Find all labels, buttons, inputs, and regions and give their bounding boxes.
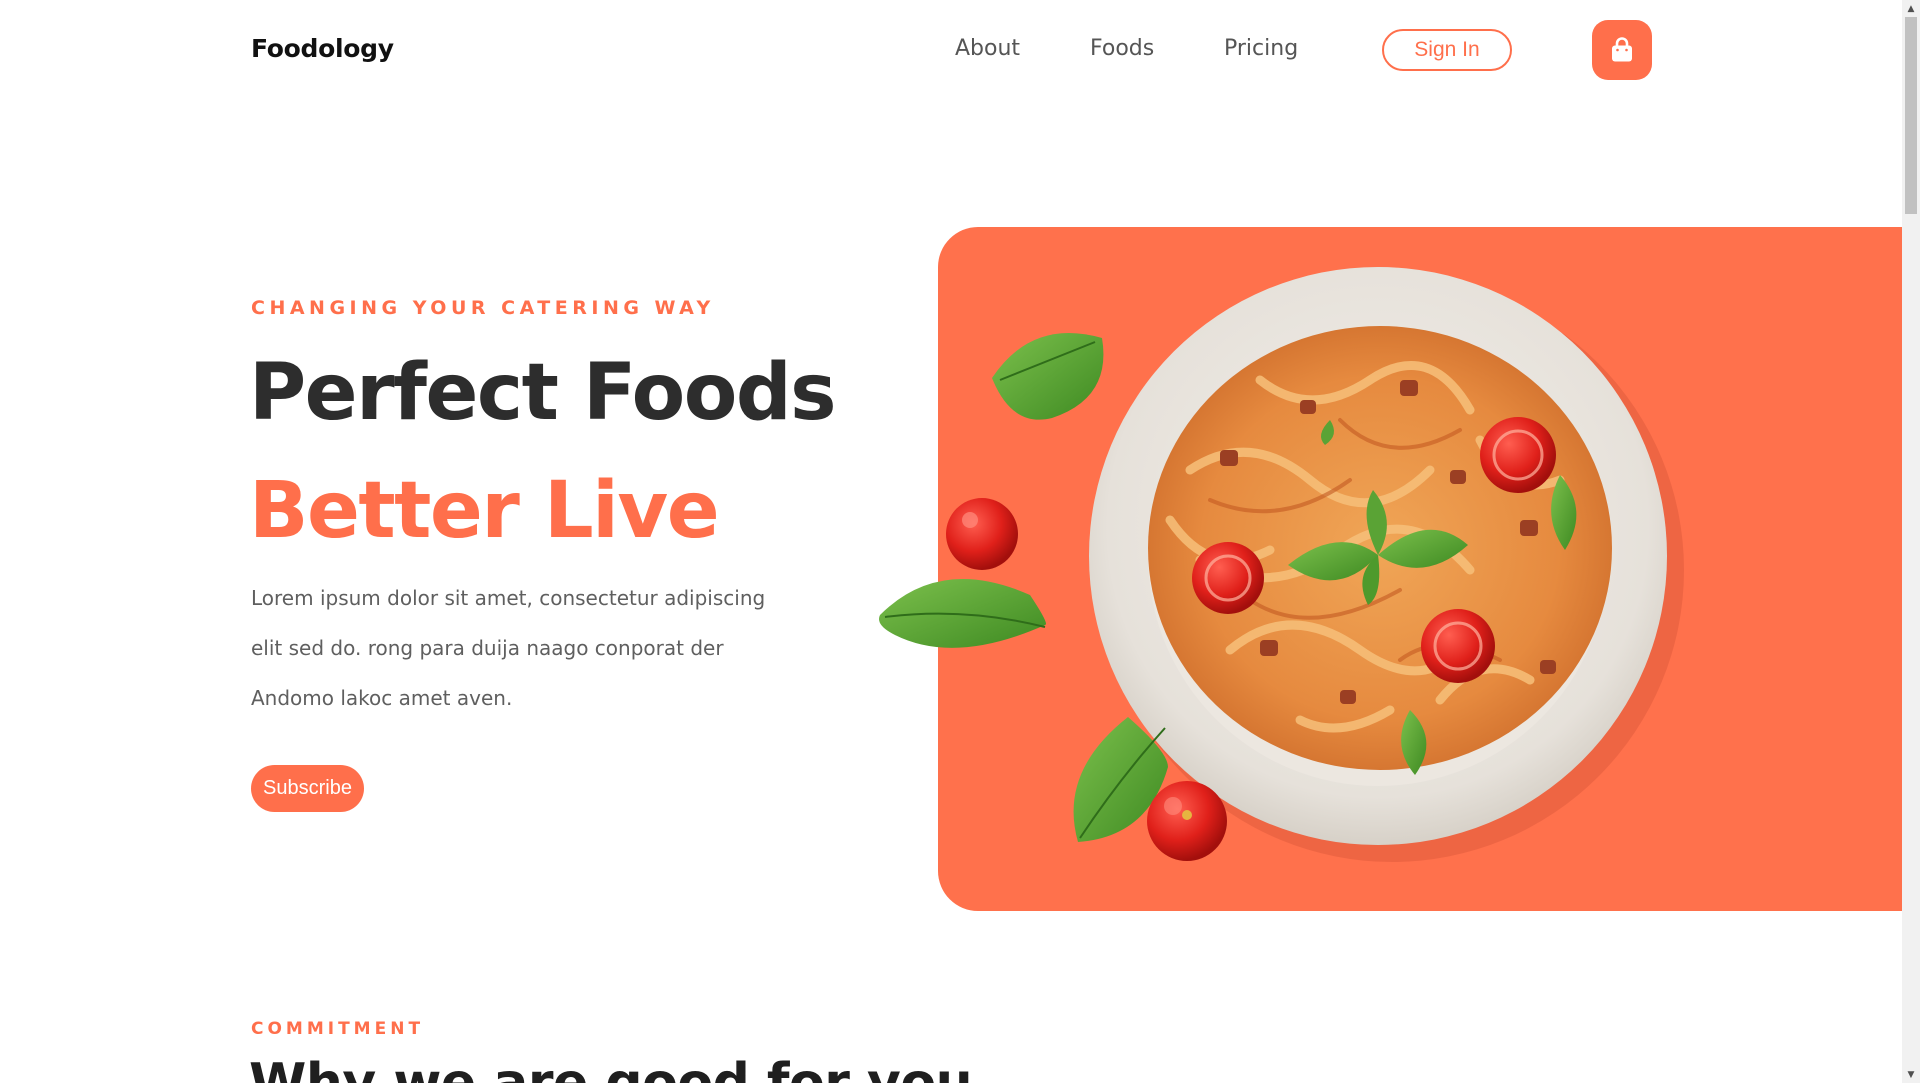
- hero-title-line-1: Perfect Foods: [249, 348, 837, 438]
- section-title: Why we are good for you: [249, 1053, 973, 1083]
- section-eyebrow: COMMITMENT: [251, 1019, 425, 1039]
- nav-link-about[interactable]: About: [955, 36, 1020, 61]
- hero-description-line: Andomo lakoc amet aven.: [251, 686, 513, 710]
- logo[interactable]: Foodology: [251, 34, 394, 63]
- hero-description-line: elit sed do. rong para duija naago conpo…: [251, 636, 724, 660]
- sign-in-button[interactable]: Sign In: [1382, 29, 1512, 71]
- hero-title-line-2: Better Live: [249, 466, 720, 556]
- hero-image-panel: [938, 227, 1902, 911]
- scroll-down-arrow-icon[interactable]: ▼: [1902, 1066, 1920, 1083]
- scroll-up-arrow-icon[interactable]: ▲: [1902, 0, 1920, 17]
- nav-link-foods[interactable]: Foods: [1090, 36, 1154, 61]
- cart-button[interactable]: [1592, 20, 1652, 80]
- scrollbar-thumb[interactable]: [1905, 17, 1917, 214]
- hero-description-line: Lorem ipsum dolor sit amet, consectetur …: [251, 586, 766, 610]
- page-scrollbar[interactable]: ▲ ▼: [1902, 0, 1920, 1083]
- subscribe-button[interactable]: Subscribe: [251, 765, 364, 812]
- nav-link-pricing[interactable]: Pricing: [1224, 36, 1298, 61]
- hero-eyebrow: CHANGING YOUR CATERING WAY: [251, 297, 715, 319]
- shopping-bag-icon: [1612, 37, 1632, 62]
- landing-page: Foodology About Foods Pricing Sign In CH…: [0, 0, 1920, 1083]
